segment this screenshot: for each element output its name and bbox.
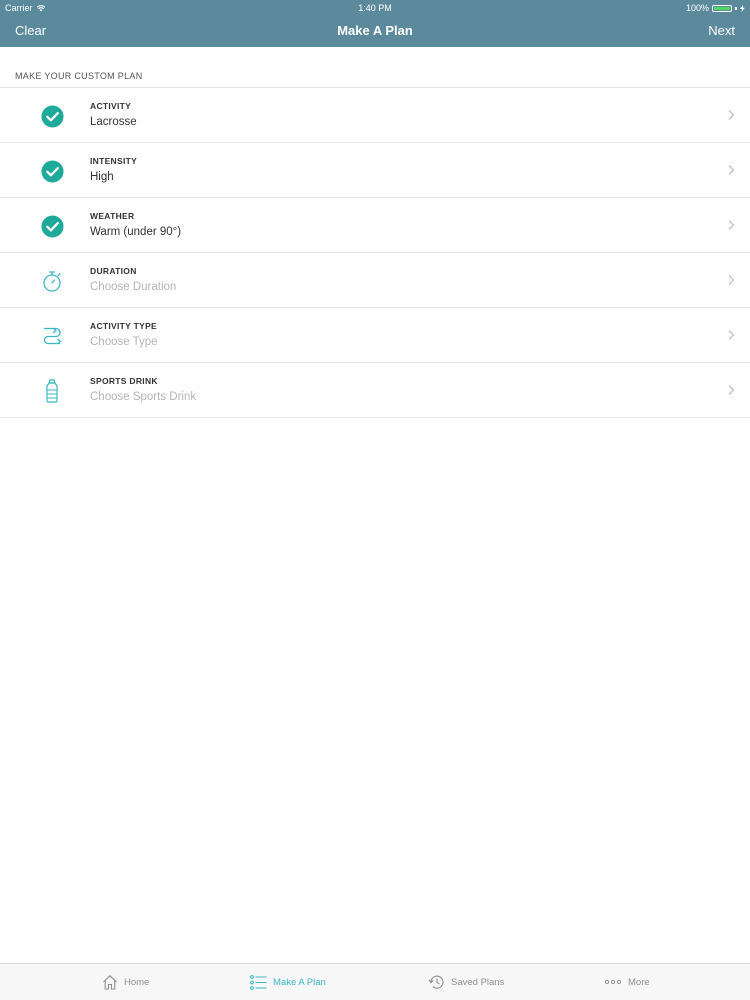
tab-label: More xyxy=(628,976,650,988)
battery-percent: 100% xyxy=(685,3,709,13)
tab-label: Home xyxy=(124,976,150,988)
charging-icon xyxy=(740,4,745,12)
page-title: Make A Plan xyxy=(337,23,413,38)
row-weather[interactable]: WEATHER Warm (under 90°) xyxy=(0,198,750,253)
row-intensity[interactable]: INTENSITY High xyxy=(0,143,750,198)
row-activity-type[interactable]: ACTIVITY TYPE Choose Type xyxy=(0,308,750,363)
chevron-right-icon xyxy=(728,110,735,120)
section-header: MAKE YOUR CUSTOM PLAN xyxy=(15,71,143,81)
chevron-right-icon xyxy=(728,385,735,395)
chevron-right-icon xyxy=(728,220,735,230)
plan-options-list: ACTIVITY Lacrosse INTENSITY High WEATHER… xyxy=(0,87,750,418)
row-value: High xyxy=(90,171,114,183)
navigation-bar: Clear Make A Plan Next xyxy=(0,16,750,47)
row-label: INTENSITY xyxy=(90,156,138,166)
tab-label: Saved Plans xyxy=(451,976,505,988)
clear-button[interactable]: Clear xyxy=(15,16,46,46)
row-value: Lacrosse xyxy=(90,116,137,128)
row-value-placeholder: Choose Type xyxy=(90,336,158,348)
tab-make-a-plan[interactable]: Make A Plan xyxy=(250,972,326,992)
top-bar: Carrier 1:40 PM 100% Clear Make A Plan N… xyxy=(0,0,750,47)
row-label: SPORTS DRINK xyxy=(90,376,158,386)
row-duration[interactable]: DURATION Choose Duration xyxy=(0,253,750,308)
row-value: Warm (under 90°) xyxy=(90,226,182,238)
tab-home[interactable]: Home xyxy=(102,972,149,992)
tab-more[interactable]: More xyxy=(604,972,650,992)
more-dots-icon xyxy=(604,979,622,985)
chevron-right-icon xyxy=(728,165,735,175)
app-window: Carrier 1:40 PM 100% Clear Make A Plan N… xyxy=(0,0,750,1000)
battery-icon xyxy=(712,4,732,12)
row-label: ACTIVITY xyxy=(90,101,132,111)
row-label: WEATHER xyxy=(90,211,135,221)
status-time: 1:40 PM xyxy=(358,3,392,13)
battery-indicator: 100% xyxy=(686,0,745,16)
check-circle-icon xyxy=(40,104,64,128)
tab-label: Make A Plan xyxy=(273,976,326,988)
list-icon xyxy=(250,974,267,990)
row-activity[interactable]: ACTIVITY Lacrosse xyxy=(0,88,750,143)
route-icon xyxy=(40,324,64,348)
stopwatch-icon xyxy=(40,269,64,293)
row-value-placeholder: Choose Sports Drink xyxy=(90,391,197,403)
tab-saved-plans[interactable]: Saved Plans xyxy=(428,972,504,992)
chevron-right-icon xyxy=(728,275,735,285)
bottle-icon xyxy=(40,379,64,403)
row-label: DURATION xyxy=(90,266,137,276)
history-icon xyxy=(428,975,444,989)
row-sports-drink[interactable]: SPORTS DRINK Choose Sports Drink xyxy=(0,363,750,418)
row-label: ACTIVITY TYPE xyxy=(90,321,158,331)
next-button[interactable]: Next xyxy=(708,16,735,46)
tab-bar: Home Make A Plan Saved Plans More xyxy=(0,963,750,1000)
row-value-placeholder: Choose Duration xyxy=(90,281,177,293)
check-circle-icon xyxy=(40,214,64,238)
check-circle-icon xyxy=(40,159,64,183)
home-icon xyxy=(103,975,117,990)
chevron-right-icon xyxy=(728,330,735,340)
status-bar: Carrier 1:40 PM 100% xyxy=(0,0,750,16)
